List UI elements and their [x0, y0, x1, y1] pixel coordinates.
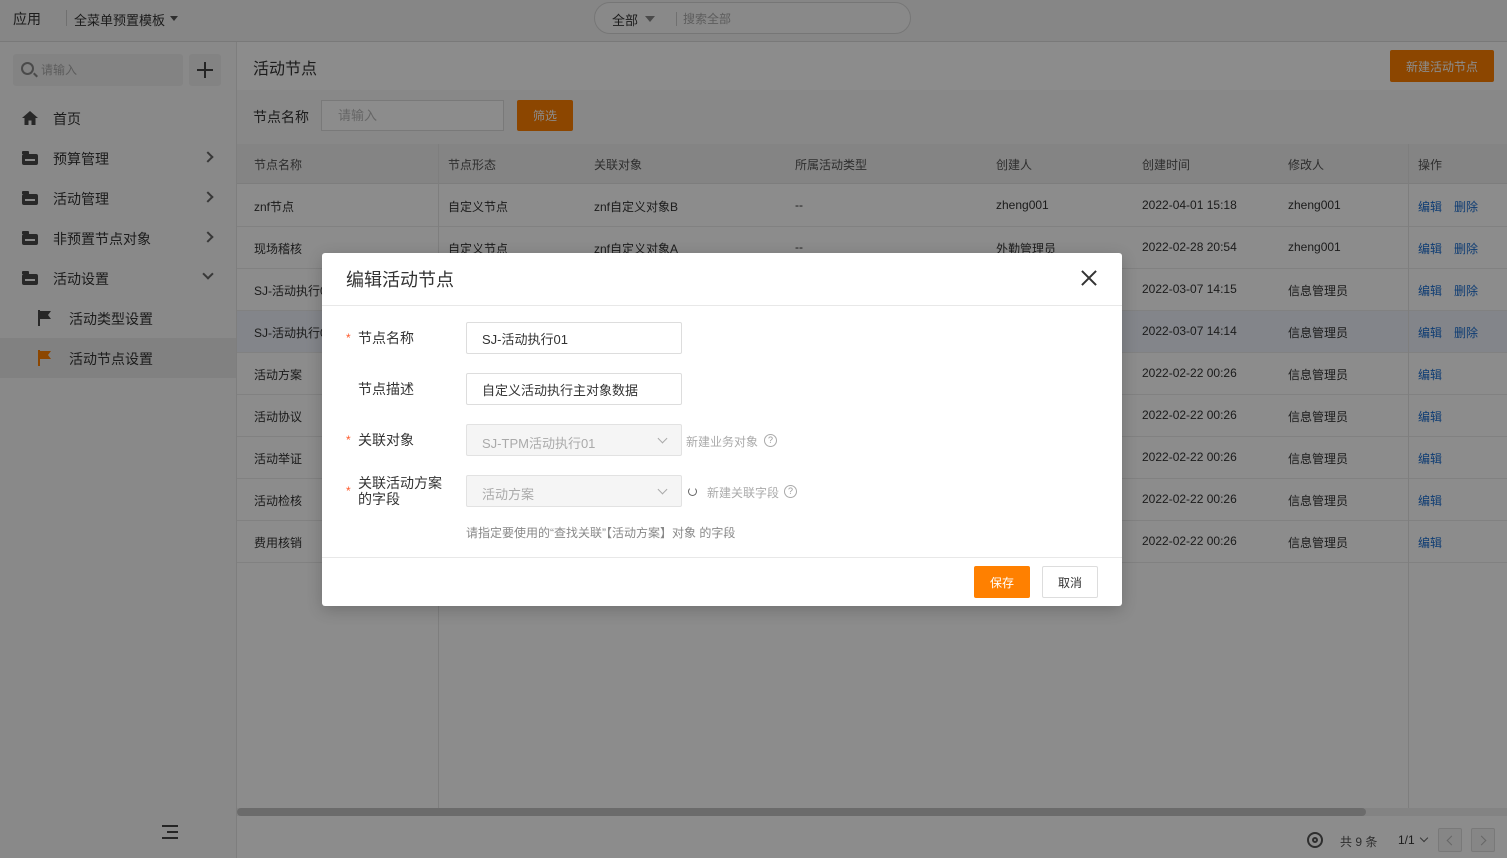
chevron-down-icon: [657, 484, 668, 495]
chevron-down-icon: [657, 433, 668, 444]
new-related-field-link: 新建关联字段: [707, 486, 780, 500]
help-icon[interactable]: ?: [784, 485, 797, 498]
close-icon[interactable]: [1078, 267, 1100, 289]
field-label: 节点描述: [358, 381, 414, 397]
refresh-icon[interactable]: [688, 487, 697, 496]
required-mark: *: [346, 433, 351, 447]
save-button[interactable]: 保存: [974, 566, 1030, 598]
divider: [322, 557, 1122, 558]
required-mark: *: [346, 484, 351, 498]
cancel-button[interactable]: 取消: [1042, 566, 1098, 598]
field-label: 的字段: [358, 491, 400, 507]
select-value: 活动方案: [482, 487, 535, 502]
node-name-input[interactable]: [466, 322, 682, 354]
field-label: 关联活动方案: [358, 475, 442, 491]
help-icon[interactable]: ?: [764, 434, 777, 447]
field-hint: 请指定要使用的“查找关联”【活动方案】对象 的字段: [466, 526, 736, 540]
field-label: 关联对象: [358, 432, 414, 448]
divider: [322, 305, 1122, 306]
related-plan-field-select: 活动方案: [466, 475, 682, 507]
new-business-object-link: 新建业务对象: [686, 435, 759, 449]
field-label: 节点名称: [358, 330, 414, 346]
select-value: SJ-TPM活动执行01: [482, 436, 596, 451]
required-mark: *: [346, 331, 351, 345]
related-object-select: SJ-TPM活动执行01: [466, 424, 682, 456]
edit-node-dialog: 编辑活动节点 * 节点名称 节点描述 * 关联对象 SJ-TPM活动执行01 新…: [322, 253, 1122, 606]
dialog-title: 编辑活动节点: [346, 270, 454, 290]
node-description-input[interactable]: [466, 373, 682, 405]
